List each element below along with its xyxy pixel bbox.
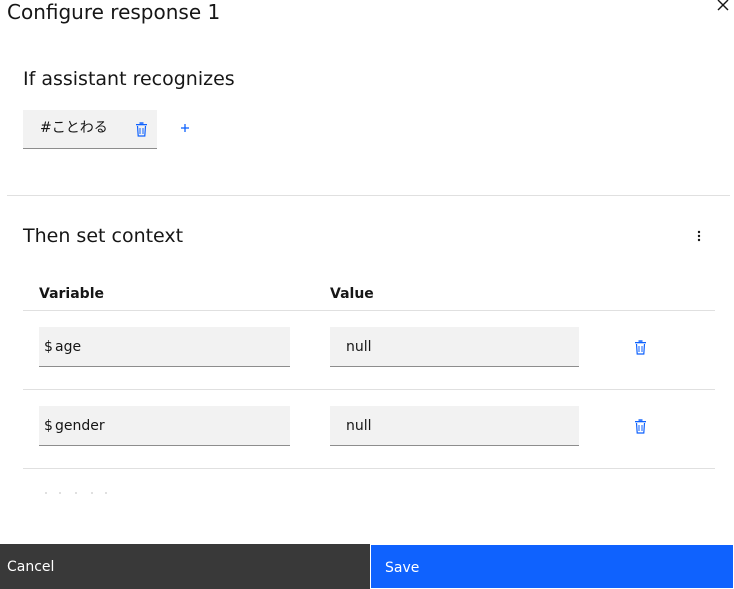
cancel-label: Cancel xyxy=(7,559,55,575)
value-text: null xyxy=(346,339,372,355)
condition-heading: If assistant recognizes xyxy=(23,68,235,90)
value-input-gender[interactable]: null xyxy=(330,406,579,446)
trash-icon[interactable] xyxy=(634,419,647,434)
save-label: Save xyxy=(385,560,420,576)
dollar-prefix: $ xyxy=(44,339,53,355)
faded-content-remnant xyxy=(45,492,107,494)
variable-input-gender[interactable]: $ gender xyxy=(39,406,290,446)
table-row-divider xyxy=(23,389,715,390)
table-row-divider xyxy=(23,468,715,469)
variable-name: age xyxy=(55,339,82,355)
overflow-menu-icon[interactable] xyxy=(693,229,705,243)
intent-name: #ことわる xyxy=(40,120,108,136)
dollar-prefix: $ xyxy=(44,418,53,434)
variable-column-header: Variable xyxy=(39,286,104,302)
trash-icon[interactable] xyxy=(634,340,647,355)
variable-input-age[interactable]: $ age xyxy=(39,327,290,367)
value-text: null xyxy=(346,418,372,434)
context-heading: Then set context xyxy=(23,225,184,247)
value-column-header: Value xyxy=(330,286,374,302)
trash-icon[interactable] xyxy=(135,122,148,137)
value-input-age[interactable]: null xyxy=(330,327,579,367)
intent-condition-field[interactable]: #ことわる xyxy=(23,110,157,149)
variable-name: gender xyxy=(55,418,105,434)
save-button[interactable]: Save xyxy=(370,544,734,589)
cancel-button[interactable]: Cancel xyxy=(0,544,370,589)
panel-title: Configure response 1 xyxy=(7,0,221,24)
add-condition-plus-icon[interactable] xyxy=(178,121,192,135)
close-icon[interactable] xyxy=(716,0,730,12)
table-header-divider xyxy=(23,310,715,311)
section-divider xyxy=(7,195,730,196)
